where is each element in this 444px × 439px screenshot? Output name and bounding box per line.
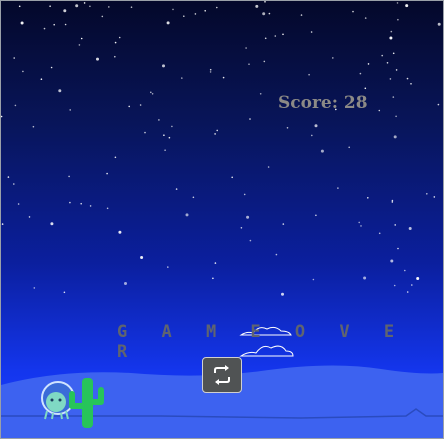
restart-icon [214,365,230,385]
game-canvas[interactable]: Score: 28 G A M E O V E R [0,0,444,439]
score-display: Score: 28 [278,93,368,113]
restart-button[interactable] [202,357,242,393]
game-over-text: G A M E O V E R [117,322,407,362]
